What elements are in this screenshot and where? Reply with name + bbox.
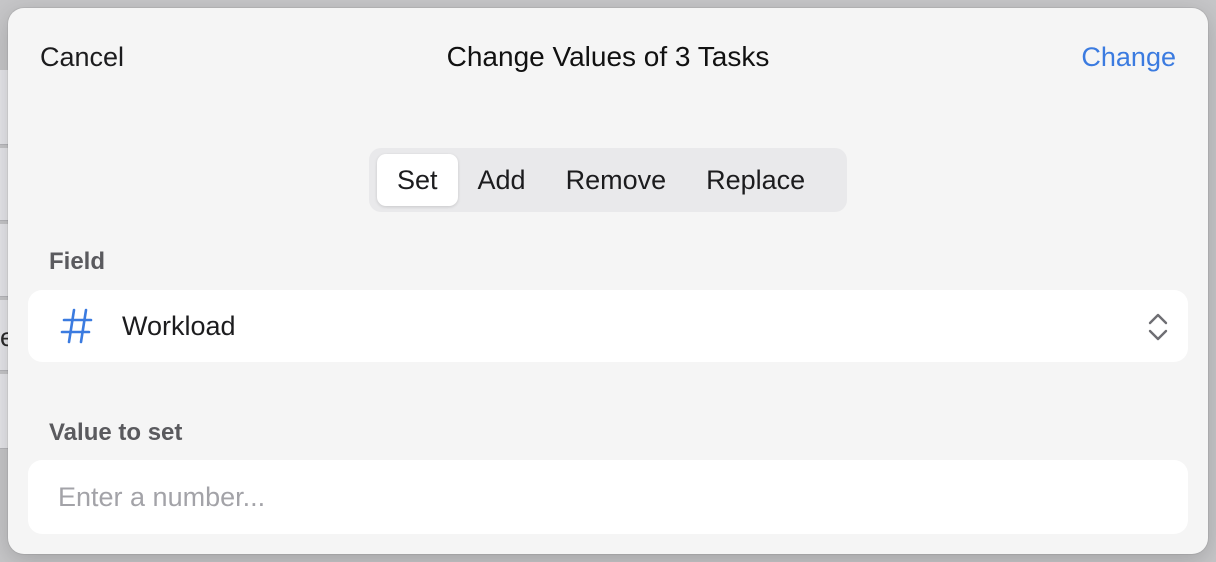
value-section-label: Value to set [49,419,183,446]
selected-field-value: Workload [122,311,236,341]
dialog-title: Change Values of 3 Tasks [446,41,770,72]
change-button[interactable]: Change [1081,42,1176,73]
field-section-label: Field [49,248,106,275]
up-down-chevron-icon [1148,313,1168,341]
cancel-button[interactable]: Cancel [40,42,124,73]
segment-set[interactable]: Set [377,154,458,206]
change-values-dialog: Cancel Change Values of 3 Tasks Change S… [8,8,1208,554]
segment-remove[interactable]: Remove [546,154,687,206]
field-picker[interactable]: Workload [28,290,1188,362]
value-number-input[interactable] [58,460,1158,534]
hash-icon [60,308,93,344]
value-row [28,460,1188,534]
segment-add[interactable]: Add [458,154,546,206]
mode-segmented-control: Set Add Remove Replace [369,148,847,212]
segment-replace[interactable]: Replace [686,154,825,206]
